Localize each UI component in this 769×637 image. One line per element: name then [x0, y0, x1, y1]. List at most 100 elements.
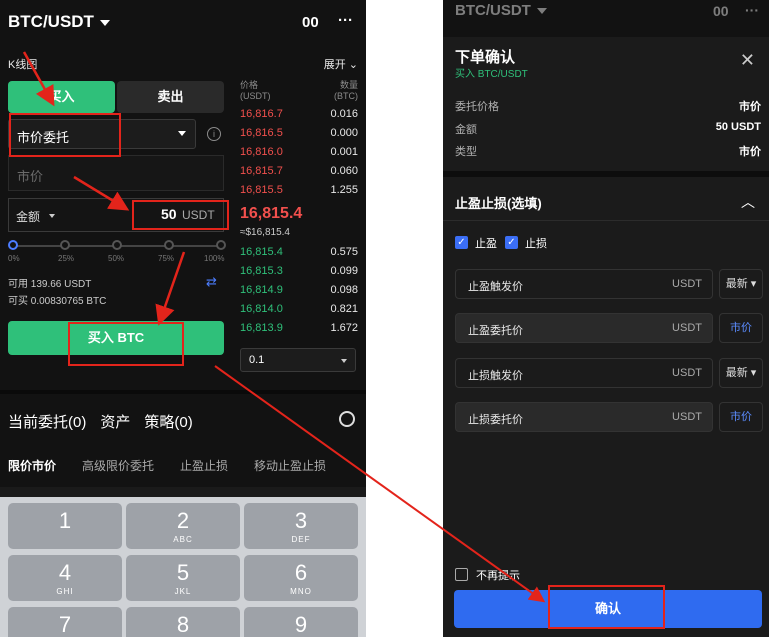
sl-order-price-input[interactable]: 止损委托价 USDT: [455, 402, 713, 432]
caret-down-icon: [341, 359, 347, 363]
checkbox-stop-loss[interactable]: ✓: [505, 236, 518, 249]
checkbox-take-profit[interactable]: ✓: [455, 236, 468, 249]
subtab-limit-market[interactable]: 限价市价: [8, 459, 56, 473]
tab-assets[interactable]: 资产: [100, 414, 130, 431]
available-label: 可用: [8, 279, 28, 290]
kline-link[interactable]: K线图: [8, 56, 37, 72]
slider-stop[interactable]: [60, 240, 70, 250]
field-label: 止损触发价: [468, 370, 523, 382]
ask-row[interactable]: 16,815.5 1.255: [240, 184, 358, 202]
bid-qty: 1.672: [330, 322, 358, 334]
caret-down-icon: [49, 214, 55, 218]
transfer-icon[interactable]: ⇄: [206, 274, 217, 290]
tab-open-orders[interactable]: 当前委托(0): [8, 414, 86, 431]
more-icon[interactable]: ···: [338, 12, 353, 29]
bid-price: 16,815.3: [240, 265, 283, 277]
amount-type-label[interactable]: 金额: [16, 208, 40, 225]
order-subtabs: 限价市价 高级限价委托 止盈止损 移动止盈止损: [8, 457, 352, 474]
depth-select[interactable]: 0.1: [240, 348, 356, 372]
order-screen: BTC/USDT 00 ··· K线图 展开 ⌄ 买入 卖出 市价委托 i 市价…: [0, 0, 366, 637]
slider-stop[interactable]: [216, 240, 226, 250]
slider-handle[interactable]: [8, 240, 18, 250]
bid-row[interactable]: 16,815.4 0.575: [240, 246, 358, 264]
more-icon: ···: [745, 2, 759, 18]
key-5[interactable]: 5 JKL: [126, 555, 240, 601]
ob-qty-unit: (BTC): [334, 91, 358, 101]
chevron-up-icon[interactable]: ︿: [741, 192, 755, 212]
ask-qty: 0.060: [330, 165, 358, 177]
select-value: 最新: [725, 278, 748, 290]
key-digit: 7: [58, 612, 72, 637]
checkbox-no-remind[interactable]: [455, 568, 468, 581]
bid-row[interactable]: 16,814.0 0.821: [240, 303, 358, 321]
sl-trigger-type-select[interactable]: 最新 ▾: [719, 358, 763, 388]
field-unit: USDT: [672, 367, 702, 379]
key-2[interactable]: 2 ABC: [126, 503, 240, 549]
subtab-tpsl[interactable]: 止盈止损: [180, 459, 228, 473]
tp-trigger-type-select[interactable]: 最新 ▾: [719, 269, 763, 299]
sell-tab[interactable]: 卖出: [117, 81, 224, 113]
slider-stop[interactable]: [164, 240, 174, 250]
ask-price: 16,816.7: [240, 108, 283, 120]
slider-stop[interactable]: [112, 240, 122, 250]
last-price: 16,815.4: [240, 205, 303, 222]
bid-qty: 0.821: [330, 303, 358, 315]
price-input[interactable]: 市价: [8, 155, 224, 191]
key-7[interactable]: 7: [8, 607, 122, 637]
pair-selector[interactable]: BTC/USDT: [8, 12, 110, 32]
can-buy-value: 0.00830765 BTC: [30, 296, 107, 307]
key-8[interactable]: 8: [126, 607, 240, 637]
row-key: 委托价格: [455, 101, 499, 113]
ask-row[interactable]: 16,816.0 0.001: [240, 146, 358, 164]
ask-qty: 1.255: [330, 184, 358, 196]
bid-price: 16,814.9: [240, 284, 283, 296]
pair-label: BTC/USDT: [8, 12, 94, 31]
bid-row[interactable]: 16,815.3 0.099: [240, 265, 358, 283]
ask-row[interactable]: 16,816.5 0.000: [240, 127, 358, 145]
last-price-fiat: ≈$16,815.4: [240, 227, 290, 238]
history-icon[interactable]: [339, 411, 355, 427]
pair-label: BTC/USDT: [455, 2, 531, 19]
bid-row[interactable]: 16,813.9 1.672: [240, 322, 358, 340]
key-1[interactable]: 1: [8, 503, 122, 549]
tp-order-price-input[interactable]: 止盈委托价 USDT: [455, 313, 713, 343]
key-digit: 9: [294, 612, 308, 637]
row-value: 市价: [739, 146, 761, 158]
ask-row[interactable]: 16,815.7 0.060: [240, 165, 358, 183]
tp-market-button[interactable]: 市价: [719, 313, 763, 343]
subtab-advanced-limit[interactable]: 高级限价委托: [82, 459, 154, 473]
can-buy-label: 可买: [8, 296, 28, 307]
bid-price: 16,814.0: [240, 303, 283, 315]
highlight-confirm: [548, 585, 665, 629]
key-9[interactable]: 9: [244, 607, 358, 637]
tab-strategies[interactable]: 策略(0): [144, 414, 192, 431]
key-4[interactable]: 4 GHI: [8, 555, 122, 601]
sl-trigger-input[interactable]: 止损触发价 USDT: [455, 358, 713, 388]
key-letters: JKL: [174, 587, 192, 596]
close-icon[interactable]: ✕: [740, 50, 755, 71]
sheet-title: 下单确认: [455, 49, 516, 66]
field-unit: USDT: [672, 322, 702, 334]
row-value: 市价: [739, 101, 761, 113]
key-6[interactable]: 6 MNO: [244, 555, 358, 601]
orders-tabs: 当前委托(0) 资产 策略(0): [8, 411, 207, 432]
bid-row[interactable]: 16,814.9 0.098: [240, 284, 358, 302]
key-digit: 8: [176, 612, 190, 637]
sl-market-button[interactable]: 市价: [719, 402, 763, 432]
buy-tab[interactable]: 买入: [8, 81, 115, 113]
order-price-row: 委托价格 市价: [455, 98, 761, 116]
field-unit: USDT: [672, 278, 702, 290]
info-icon[interactable]: i: [207, 127, 221, 141]
ask-qty: 0.016: [330, 108, 358, 120]
key-letters: GHI: [56, 587, 74, 596]
key-3[interactable]: 3 DEF: [244, 503, 358, 549]
ask-row[interactable]: 16,816.7 0.016: [240, 108, 358, 126]
list-header-strip: [0, 487, 366, 497]
subtab-trailing[interactable]: 移动止盈止损: [254, 459, 326, 473]
tp-trigger-input[interactable]: 止盈触发价 USDT: [455, 269, 713, 299]
header-indicator[interactable]: 00: [302, 14, 319, 31]
expand-label: 展开: [323, 59, 346, 71]
type-row: 类型 市价: [455, 143, 761, 161]
expand-button[interactable]: 展开 ⌄: [324, 56, 358, 72]
slider-mark: 0%: [8, 254, 20, 263]
